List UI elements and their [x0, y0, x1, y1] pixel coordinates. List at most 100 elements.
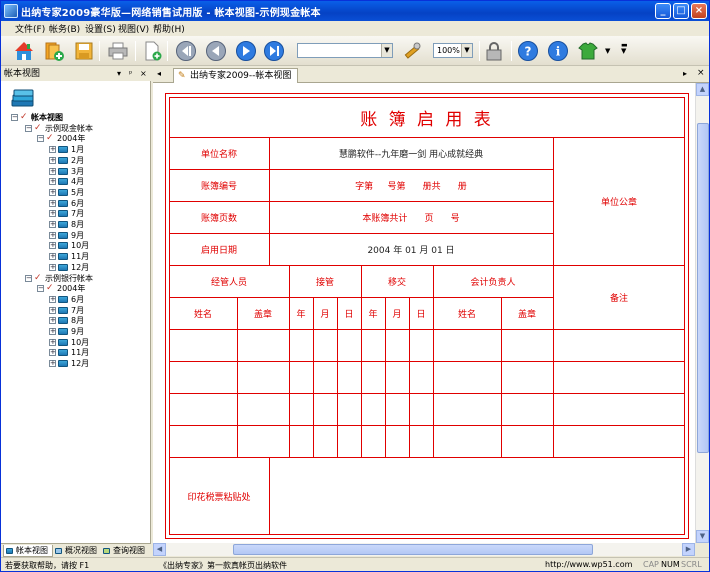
expand-icon[interactable]: +: [49, 349, 56, 357]
scroll-up-icon[interactable]: ▲: [696, 83, 709, 96]
title-bar[interactable]: 出纳专家2009豪华版—网络销售试用版 - 帐本视图-示例现金帐本 _ □ ×: [1, 1, 709, 21]
menu-file[interactable]: 文件(F): [15, 22, 45, 35]
expand-icon[interactable]: +: [49, 306, 56, 314]
new-book-icon[interactable]: [43, 40, 65, 62]
tab-scroll-left-icon[interactable]: ◂: [157, 69, 161, 78]
page-select[interactable]: ▼: [297, 43, 393, 58]
expand-icon[interactable]: +: [49, 317, 56, 325]
chevron-down-icon[interactable]: ▼: [461, 44, 472, 57]
tree-month[interactable]: +10月: [49, 241, 89, 252]
tree-month-label: 1月: [71, 145, 85, 155]
tree-month[interactable]: +5月: [49, 188, 84, 199]
tree-year[interactable]: − ✓ 2004年: [37, 134, 85, 145]
chevron-down-icon[interactable]: ▼: [381, 44, 392, 57]
panel-menu-icon[interactable]: ▾: [117, 67, 121, 81]
vertical-scroll-thumb[interactable]: [697, 123, 709, 453]
print-icon[interactable]: [107, 40, 129, 62]
tree-month[interactable]: +10月: [49, 338, 89, 349]
tree-month[interactable]: +9月: [49, 231, 84, 242]
unit-name-value[interactable]: 慧鹏软件--九年磨一剑 用心成就经典: [269, 137, 553, 169]
expand-icon[interactable]: +: [49, 221, 56, 228]
tree-book[interactable]: − ✓ 示例银行帐本: [25, 273, 93, 285]
expand-icon[interactable]: +: [49, 338, 56, 346]
tree-month[interactable]: +4月: [49, 177, 84, 188]
expand-icon[interactable]: +: [49, 295, 56, 303]
expand-icon[interactable]: +: [49, 231, 56, 239]
new-page-icon[interactable]: [141, 40, 163, 62]
zoom-select[interactable]: 100% ▼: [433, 43, 473, 58]
tab-overview[interactable]: 概况视图: [53, 545, 101, 557]
tab-scroll-right-icon[interactable]: ▸: [683, 69, 687, 78]
scroll-right-icon[interactable]: ▶: [682, 543, 695, 556]
expand-icon[interactable]: +: [49, 210, 56, 218]
pin-icon[interactable]: ᵖ: [129, 67, 132, 81]
expand-icon[interactable]: +: [49, 146, 56, 154]
skin-icon[interactable]: [577, 40, 599, 62]
skin-dropdown-arrow[interactable]: ▼: [605, 47, 610, 55]
expand-icon[interactable]: +: [49, 263, 56, 271]
tree-month[interactable]: +12月: [49, 263, 89, 274]
tree-month[interactable]: +2月: [49, 156, 84, 167]
tree-month[interactable]: +7月: [49, 209, 84, 220]
prev-page-icon[interactable]: [205, 40, 227, 62]
save-icon[interactable]: [73, 40, 95, 62]
menu-help[interactable]: 帮助(H): [153, 22, 185, 35]
toolbar-overflow-icon[interactable]: ▬ ▼: [621, 42, 628, 60]
tree-month[interactable]: +9月: [49, 327, 84, 338]
expand-icon[interactable]: +: [49, 253, 56, 261]
tab-ledger-view[interactable]: ✎ 出纳专家2009--帐本视图: [173, 68, 299, 83]
pages-value[interactable]: 本账簿共计 页 号: [269, 201, 553, 233]
tree-month[interactable]: +1月: [49, 145, 84, 156]
collapse-icon[interactable]: −: [37, 135, 44, 143]
last-page-icon[interactable]: [263, 40, 285, 62]
menu-settings[interactable]: 设置(S): [85, 22, 116, 35]
collapse-icon[interactable]: −: [25, 124, 32, 132]
expand-icon[interactable]: +: [49, 167, 56, 175]
tree-month[interactable]: +3月: [49, 167, 84, 178]
tree-month[interactable]: +6月: [49, 295, 84, 306]
scroll-down-icon[interactable]: ▼: [696, 530, 709, 543]
first-page-icon[interactable]: [175, 40, 197, 62]
tree-month[interactable]: +6月: [49, 199, 84, 210]
help-icon[interactable]: ?: [517, 40, 539, 62]
collapse-icon[interactable]: −: [11, 114, 18, 121]
horizontal-scrollbar[interactable]: ◀ ▶: [153, 543, 695, 556]
scroll-left-icon[interactable]: ◀: [153, 543, 166, 556]
expand-icon[interactable]: +: [49, 188, 56, 196]
home-icon[interactable]: [13, 40, 35, 62]
expand-icon[interactable]: +: [49, 199, 56, 207]
menu-account[interactable]: 帐务(B): [49, 22, 80, 35]
tools-icon[interactable]: [401, 40, 423, 62]
horizontal-scroll-thumb[interactable]: [233, 544, 593, 555]
tree-month[interactable]: +8月: [49, 316, 84, 327]
info-icon[interactable]: i: [547, 40, 569, 62]
maximize-button[interactable]: □: [673, 3, 689, 19]
tree-book[interactable]: − ✓ 示例现金帐本: [25, 123, 93, 135]
expand-icon[interactable]: +: [49, 328, 56, 335]
expand-icon[interactable]: +: [49, 242, 56, 250]
book-icon: [58, 188, 68, 196]
tree-month[interactable]: +7月: [49, 306, 84, 317]
vertical-scrollbar[interactable]: ▲ ▼: [695, 83, 709, 543]
tree-month[interactable]: +11月: [49, 252, 89, 263]
book-no-value[interactable]: 字第 号第 册共 册: [269, 169, 553, 201]
collapse-icon[interactable]: −: [25, 274, 32, 282]
tree-month[interactable]: +12月: [49, 359, 89, 370]
tab-close-icon[interactable]: ×: [697, 68, 705, 78]
tab-query[interactable]: 查询视图: [101, 545, 151, 557]
menu-view[interactable]: 视图(V): [118, 22, 149, 35]
tree-month[interactable]: +11月: [49, 348, 89, 359]
expand-icon[interactable]: +: [49, 178, 56, 186]
panel-close-icon[interactable]: ×: [140, 67, 147, 81]
tree-year[interactable]: − ✓ 2004年: [37, 284, 85, 295]
lock-icon[interactable]: [483, 40, 505, 62]
minimize-button[interactable]: _: [655, 3, 671, 19]
expand-icon[interactable]: +: [49, 360, 56, 368]
close-button[interactable]: ×: [691, 3, 707, 19]
expand-icon[interactable]: +: [49, 156, 56, 164]
start-date-value[interactable]: 2004 年 01 月 01 日: [269, 233, 553, 265]
collapse-icon[interactable]: −: [37, 285, 44, 293]
tab-book-view[interactable]: 帐本视图: [3, 545, 53, 557]
tree-month[interactable]: +8月: [49, 220, 84, 231]
next-page-icon[interactable]: [235, 40, 257, 62]
